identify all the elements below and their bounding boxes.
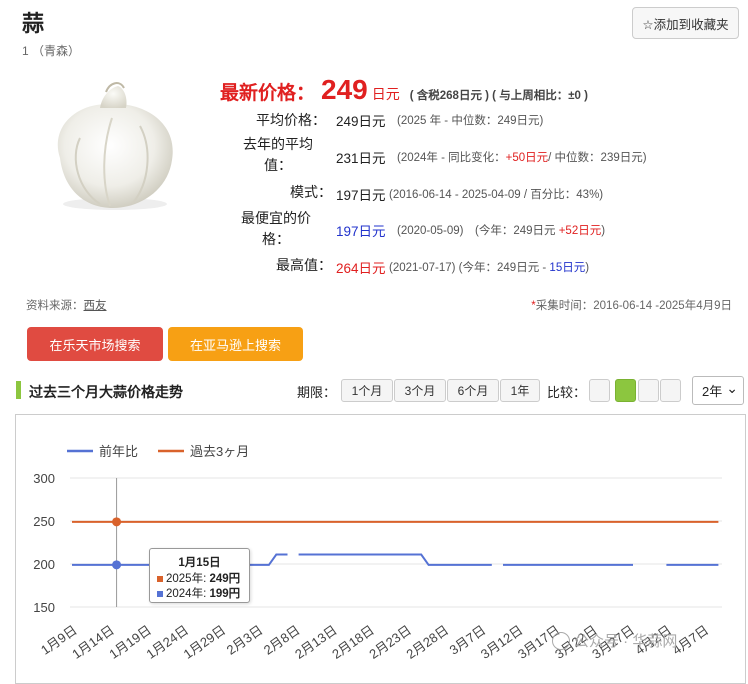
tooltip-label: 2025年: bbox=[166, 573, 210, 585]
tooltip-label: 2024年: bbox=[166, 588, 210, 600]
stat-number: 231 bbox=[336, 151, 359, 166]
stat-value-highest: 264日元 bbox=[336, 257, 386, 277]
period-6-months-button[interactable]: 6个月 bbox=[447, 379, 499, 402]
x-tick-label: 1月29日 bbox=[181, 622, 229, 662]
chart-section-title: 过去三个月大蒜价格走势 bbox=[29, 384, 183, 400]
stat-note-last-year: (2024年 - 同比变化：+50日元/ 中位数：239日元) bbox=[397, 149, 647, 165]
tooltip-row-2024: 2024年: 199円 bbox=[157, 587, 242, 602]
latest-price-value: 249 bbox=[321, 74, 368, 105]
legend-label: 過去3ヶ月 bbox=[190, 444, 249, 459]
latest-price-label: 最新价格： bbox=[220, 83, 316, 104]
data-source: 资料来源：西友 bbox=[26, 297, 107, 313]
x-tick-label: 2月3日 bbox=[224, 622, 266, 657]
note-text: (2024年 - 同比变化： bbox=[397, 152, 506, 164]
stat-note-highest: (2021-07-17) (今年：249日元 - 15日元) bbox=[389, 259, 589, 275]
stat-label-highest: 最高值： bbox=[276, 257, 332, 273]
y-tick-label: 250 bbox=[33, 514, 55, 529]
stat-note-mode: (2016-06-14 - 2025-04-09 / 百分比：43%) bbox=[389, 189, 604, 201]
product-subtitle: 1 （青森） bbox=[22, 44, 81, 58]
stat-number: 197 bbox=[336, 188, 359, 203]
note-text: ) bbox=[585, 262, 590, 274]
collection-time: *采集时间：2016-06-14 -2025年4月9日 bbox=[531, 297, 732, 313]
note-highlight: +50日元 bbox=[505, 152, 549, 164]
stat-label-last-year: 去年的平均值： bbox=[243, 136, 313, 173]
x-tick-label: 2月28日 bbox=[404, 622, 452, 662]
stat-unit: 日元 bbox=[358, 224, 386, 239]
source-label: 资料来源： bbox=[26, 300, 84, 312]
garlic-image bbox=[57, 82, 173, 210]
stat-value-average: 249日元 bbox=[336, 110, 386, 130]
tooltip-value: 199円 bbox=[209, 588, 241, 600]
note-highlight: +52日元 bbox=[558, 225, 602, 237]
tooltip-row-2025: 2025年: 249円 bbox=[157, 572, 242, 587]
note-text: ) bbox=[601, 225, 606, 237]
search-amazon-button[interactable]: 在亚马逊上搜索 bbox=[168, 327, 303, 361]
search-rakuten-button[interactable]: 在乐天市场搜索 bbox=[27, 327, 163, 361]
compare-option-4[interactable] bbox=[660, 379, 681, 402]
stat-unit: 日元 bbox=[358, 188, 386, 203]
period-3-months-button[interactable]: 3个月 bbox=[394, 379, 446, 402]
stat-value-mode: 197日元 bbox=[336, 184, 386, 204]
source-link[interactable]: 西友 bbox=[84, 300, 107, 312]
period-1-month-button[interactable]: 1个月 bbox=[341, 379, 393, 402]
watermark-text: 公众号 · 华蒜网 bbox=[574, 633, 678, 650]
year-range-select[interactable]: 2年 ⌄ bbox=[692, 376, 744, 405]
section-accent-bar bbox=[16, 381, 21, 399]
series-line-prev-year bbox=[298, 553, 492, 566]
collection-time-text: 采集时间：2016-06-14 -2025年4月9日 bbox=[535, 300, 732, 312]
y-tick-label: 300 bbox=[33, 471, 55, 486]
wechat-icon bbox=[552, 631, 570, 650]
series-swatch bbox=[157, 575, 163, 582]
page-title: 蒜 bbox=[22, 11, 45, 36]
compare-option-1[interactable] bbox=[589, 379, 610, 402]
note-text: (2020-05-09) (今年：249日元 bbox=[397, 225, 559, 237]
year-select-value: 2年 bbox=[702, 384, 723, 399]
stat-label: 平均价格： bbox=[256, 112, 326, 128]
latest-price-note: ( 含税268日元 ) ( 与上周相比：±0 ) bbox=[409, 90, 588, 102]
stat-unit: 日元 bbox=[358, 261, 386, 276]
note-text: (2021-07-17) (今年：249日元 - bbox=[389, 262, 550, 274]
compare-label: 比较： bbox=[547, 385, 587, 400]
y-tick-label: 200 bbox=[33, 557, 55, 572]
stat-unit: 日元 bbox=[358, 114, 386, 129]
stat-number: 197 bbox=[336, 224, 359, 239]
stat-unit: 日元 bbox=[358, 151, 386, 166]
stat-value-last-year: 231日元 bbox=[336, 147, 386, 167]
latest-price-unit: 日元 bbox=[371, 86, 400, 102]
note-highlight: 15日元 bbox=[549, 262, 586, 274]
stat-number: 249 bbox=[336, 114, 359, 129]
period-label: 期限： bbox=[297, 385, 337, 400]
add-to-favorites-button[interactable]: ☆添加到收藏夹 bbox=[632, 7, 739, 39]
chart-tooltip: 1月15日 2025年: 249円 2024年: 199円 bbox=[149, 548, 250, 603]
stat-number: 264 bbox=[336, 261, 359, 276]
tooltip-date: 1月15日 bbox=[178, 557, 221, 569]
stat-note-average: (2025 年 - 中位数：249日元) bbox=[397, 115, 544, 127]
compare-option-3[interactable] bbox=[638, 379, 659, 402]
chevron-down-icon: ⌄ bbox=[726, 380, 738, 396]
watermark: 公众号 · 华蒜网 bbox=[552, 630, 677, 651]
compare-option-2[interactable] bbox=[615, 379, 636, 402]
note-text: / 中位数：239日元) bbox=[548, 152, 647, 164]
favorite-label: ☆添加到收藏夹 bbox=[642, 17, 729, 32]
y-tick-label: 150 bbox=[33, 600, 55, 615]
period-1-year-button[interactable]: 1年 bbox=[500, 379, 540, 402]
stat-note-cheapest: (2020-05-09) (今年：249日元 +52日元) bbox=[397, 222, 605, 238]
tooltip-value: 249円 bbox=[209, 573, 241, 585]
stat-label-mode: 模式： bbox=[290, 184, 332, 200]
legend-label: 前年比 bbox=[99, 444, 138, 459]
highlight-point-2025 bbox=[112, 517, 122, 527]
series-swatch bbox=[157, 590, 163, 597]
latest-price-row: 最新价格： 249 日元 ( 含税268日元 ) ( 与上周相比：±0 ) bbox=[220, 74, 588, 106]
stat-label-cheapest: 最便宜的价格： bbox=[241, 210, 311, 247]
stat-value-cheapest: 197日元 bbox=[336, 220, 386, 240]
highlight-point-2024 bbox=[112, 560, 122, 570]
